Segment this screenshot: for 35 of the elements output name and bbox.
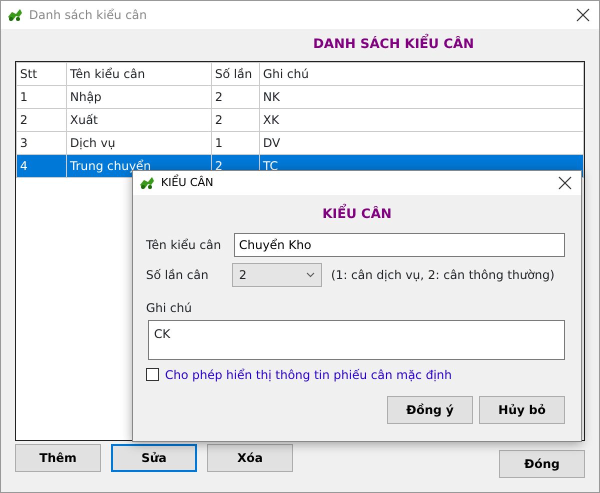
table-cell: 1	[16, 86, 66, 108]
close-window-button[interactable]: Đóng	[499, 450, 585, 478]
name-field[interactable]: Chuyển Kho	[234, 232, 565, 256]
column-header: Stt	[16, 62, 66, 86]
dialog-title: KIỂU CÂN	[161, 174, 214, 191]
dialog-button[interactable]: Đồng ý	[387, 396, 473, 424]
close-icon	[576, 8, 590, 22]
app-icon	[139, 176, 155, 190]
app-icon	[7, 8, 23, 22]
field-label: Ghi chú	[146, 300, 192, 314]
checkbox-label: Cho phép hiển thị thông tin phiếu cân mặc định	[165, 366, 452, 384]
table-cell: 2	[16, 108, 66, 132]
field-label: Tên kiểu cân	[146, 236, 222, 254]
action-button[interactable]: Sửa	[111, 444, 197, 472]
table-cell: Xuất	[66, 108, 212, 132]
table-cell: 4	[16, 154, 66, 178]
hint-text: (1: cân dịch vụ, 2: cân thông thường)	[331, 266, 555, 284]
table-cell: 2	[212, 86, 260, 108]
note-field[interactable]: CK	[148, 320, 565, 360]
window-title: Danh sách kiểu cân	[29, 7, 147, 24]
table-cell: NK	[260, 86, 584, 108]
close-icon	[558, 176, 572, 190]
table-cell: 2	[212, 108, 260, 132]
column-header: Số lần	[212, 62, 260, 86]
action-button[interactable]: Xóa	[207, 444, 293, 472]
count-dropdown[interactable]: 2	[232, 262, 322, 286]
column-header: Tên kiểu cân	[66, 62, 212, 86]
field-label: Số lần cân	[146, 266, 210, 284]
table-cell: XK	[260, 108, 584, 132]
dialog-button[interactable]: Hủy bỏ	[479, 396, 565, 424]
action-button[interactable]: Thêm	[15, 444, 101, 472]
table-cell: Nhập	[66, 86, 212, 108]
column-header: Ghi chú	[260, 62, 584, 86]
chevron-down-icon	[306, 272, 315, 278]
checkbox[interactable]	[146, 368, 159, 381]
